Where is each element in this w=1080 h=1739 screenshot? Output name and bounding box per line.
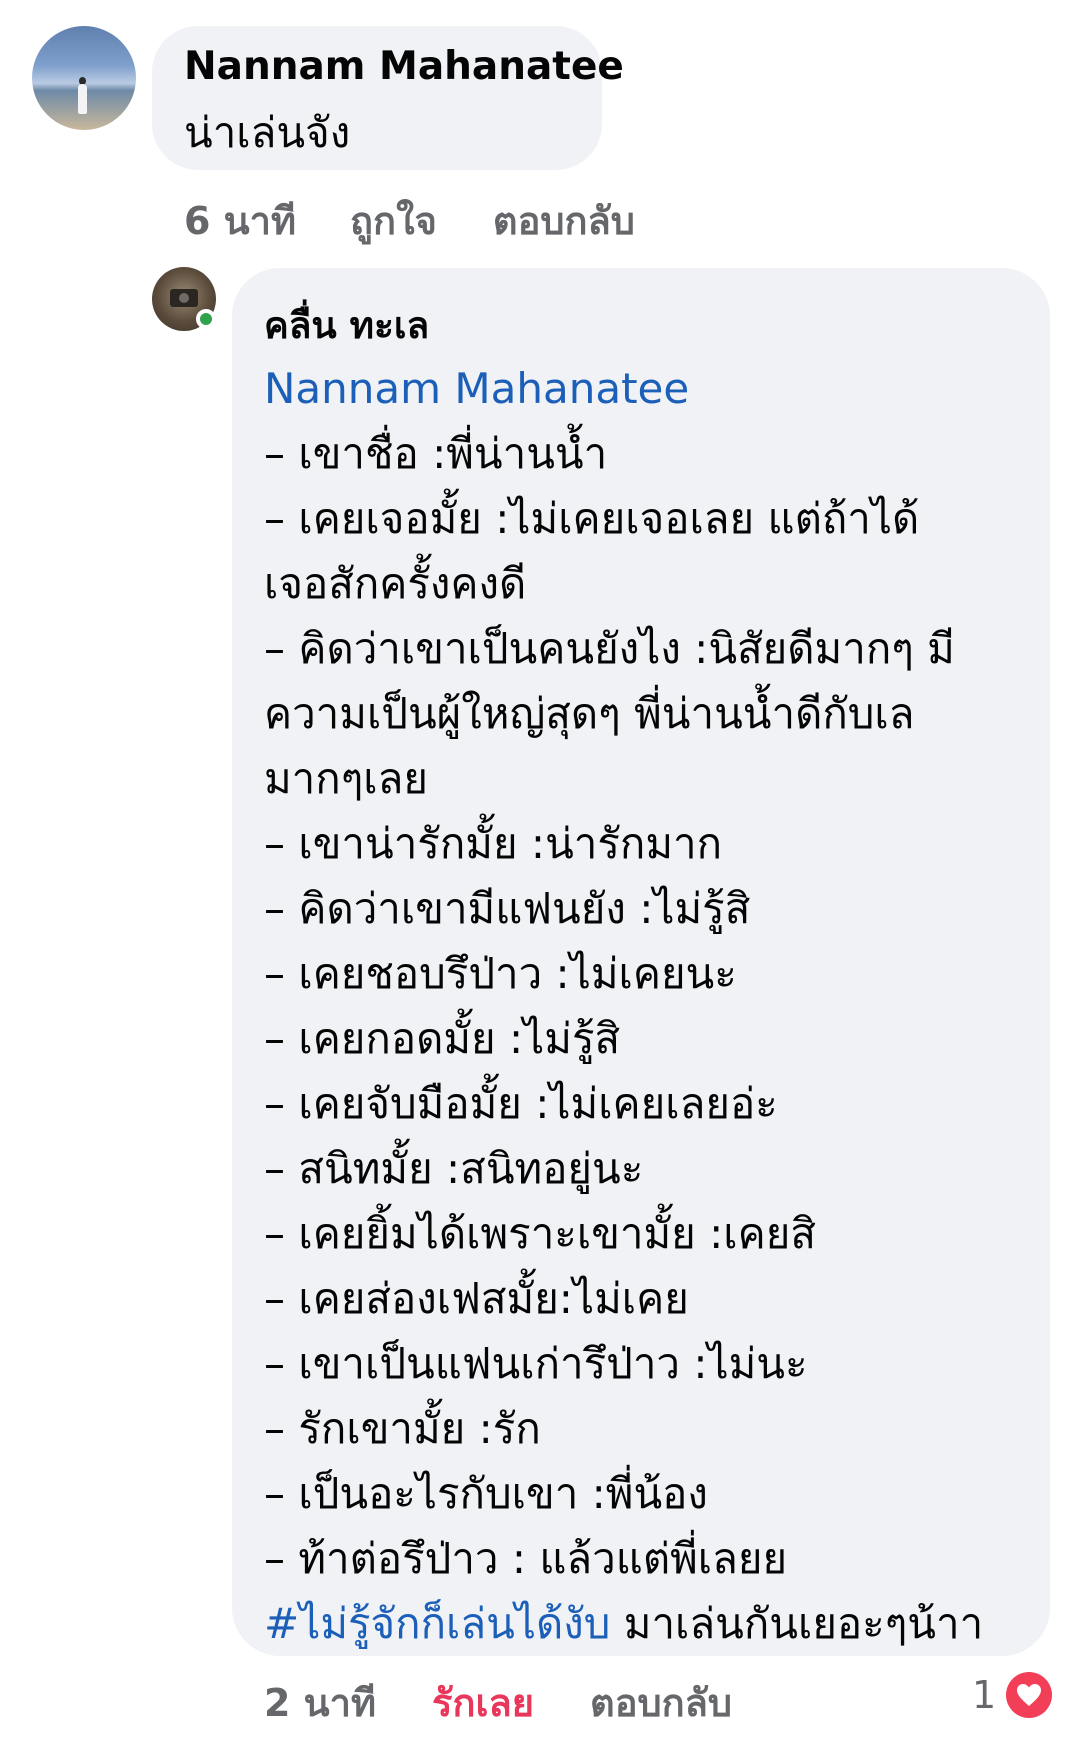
reply-mention-link[interactable]: Nannam Mahanatee bbox=[264, 364, 689, 413]
reply-line: – เคยเจอมั้ย :ไม่เคยเจอเลย แต่ถ้าได้ bbox=[264, 494, 920, 543]
reply-line: เจอสักครั้งคงดี bbox=[264, 559, 527, 608]
reply-closing-text: มาเล่นกันเยอะๆน้าา bbox=[610, 1599, 984, 1648]
comment-reply-button[interactable]: ตอบกลับ bbox=[493, 190, 635, 251]
avatar-person-body bbox=[78, 84, 87, 114]
comment-timestamp[interactable]: 6 นาที bbox=[184, 190, 296, 251]
commenter-avatar[interactable] bbox=[32, 26, 136, 130]
reply-timestamp[interactable]: 2 นาที bbox=[264, 1672, 376, 1733]
comment-actions: 6 นาที ถูกใจ ตอบกลับ bbox=[184, 190, 635, 251]
comment-like-button[interactable]: ถูกใจ bbox=[350, 190, 437, 251]
reply-line: – คิดว่าเขามีแฟนยัง :ไม่รู้สิ bbox=[264, 884, 751, 933]
reply-line: – เคยส่องเฟสมั้ย:ไม่เคย bbox=[264, 1274, 689, 1323]
comment-text: น่าเล่นจัง bbox=[184, 108, 351, 157]
reply-line: – รักเขามั้ย :รัก bbox=[264, 1404, 541, 1453]
reply-line: ความเป็นผู้ใหญ่สุดๆ พี่น่านน้ำดีกับเล bbox=[264, 689, 915, 738]
reply-line: – เขาชื่อ :พี่น่านน้ำ bbox=[264, 429, 608, 478]
reply-line: – เป็นอะไรกับเขา :พี่น้อง bbox=[264, 1469, 708, 1518]
reply-reply-button[interactable]: ตอบกลับ bbox=[590, 1672, 732, 1733]
reply-line: – สนิทมั้ย :สนิทอยู่นะ bbox=[264, 1144, 644, 1193]
reply-actions: 2 นาที รักเลย ตอบกลับ bbox=[264, 1672, 732, 1733]
reply-line: – เคยจับมือมั้ย :ไม่เคยเลยอ่ะ bbox=[264, 1079, 778, 1128]
avatar-camera-lens bbox=[179, 293, 189, 303]
reply-hashtag-link[interactable]: #ไม่รู้จักก็เล่นได้งับ bbox=[264, 1599, 610, 1648]
reply-line: – เคยกอดมั้ย :ไม่รู้สิ bbox=[264, 1014, 621, 1063]
reaction-count: 1 bbox=[972, 1673, 997, 1717]
reaction-summary[interactable]: 1 bbox=[972, 1672, 1053, 1718]
reply-line: – เคยยิ้มได้เพราะเขามั้ย :เคยสิ bbox=[264, 1209, 816, 1258]
reply-line: – เขาเป็นแฟนเก่ารึป่าว :ไม่นะ bbox=[264, 1339, 808, 1388]
heart-icon bbox=[1006, 1672, 1053, 1718]
reply-line: – ท้าต่อรึป่าว : แล้วแต่พี่เลยย bbox=[264, 1534, 788, 1583]
reply-text: Nannam Mahanatee – เขาชื่อ :พี่น่านน้ำ –… bbox=[264, 356, 1044, 1656]
reply-line: – เคยชอบรึป่าว :ไม่เคยนะ bbox=[264, 949, 737, 998]
reply-line: – เขาน่ารักมั้ย :น่ารักมาก bbox=[264, 819, 723, 868]
reply-line: มากๆเลย bbox=[264, 754, 428, 803]
reply-author-name[interactable]: คลื่น ทะเล bbox=[264, 296, 429, 355]
reply-love-button[interactable]: รักเลย bbox=[432, 1672, 534, 1733]
reply-line: – คิดว่าเขาเป็นคนยังไง :นิสัยดีมากๆ มี bbox=[264, 624, 955, 673]
comment-author-name[interactable]: Nannam Mahanatee bbox=[184, 44, 624, 89]
online-status-icon bbox=[196, 309, 216, 329]
